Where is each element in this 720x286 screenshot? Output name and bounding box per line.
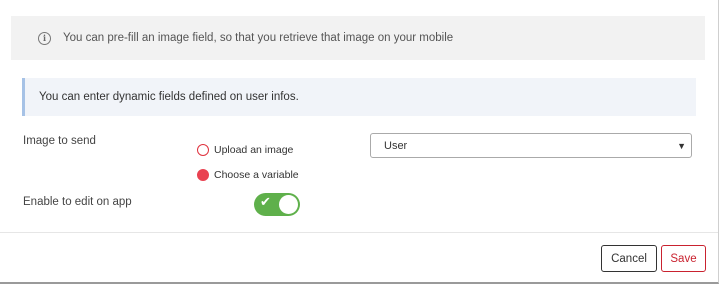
dynamic-fields-note: You can enter dynamic fields defined on … — [22, 78, 696, 116]
dialog-panel: i You can pre-fill an image field, so th… — [0, 0, 719, 284]
enable-edit-toggle[interactable]: ✔ — [254, 193, 300, 216]
radio-choose-variable[interactable]: Choose a variable — [197, 169, 299, 181]
checkmark-icon: ✔ — [260, 195, 271, 210]
cancel-button[interactable]: Cancel — [601, 245, 657, 272]
enable-edit-label: Enable to edit on app — [23, 196, 132, 208]
caret-down-icon: ▼ — [677, 140, 686, 151]
radio-button-unchecked[interactable] — [197, 144, 209, 156]
info-banner-text: You can pre-fill an image field, so that… — [63, 32, 454, 44]
info-circle-icon: i — [38, 31, 51, 45]
radio-upload-image[interactable]: Upload an image — [197, 144, 293, 156]
info-banner: i You can pre-fill an image field, so th… — [11, 16, 705, 60]
radio-choose-variable-label[interactable]: Choose a variable — [214, 169, 299, 181]
save-button[interactable]: Save — [661, 245, 706, 272]
radio-upload-image-label[interactable]: Upload an image — [214, 144, 293, 156]
variable-select[interactable]: User ▼ — [370, 133, 692, 158]
variable-select-value: User — [384, 139, 408, 152]
image-to-send-label: Image to send — [23, 135, 96, 147]
footer-divider — [0, 232, 718, 233]
dynamic-fields-note-text: You can enter dynamic fields defined on … — [39, 91, 299, 103]
toggle-knob[interactable] — [279, 195, 298, 214]
radio-button-checked[interactable] — [197, 169, 209, 181]
